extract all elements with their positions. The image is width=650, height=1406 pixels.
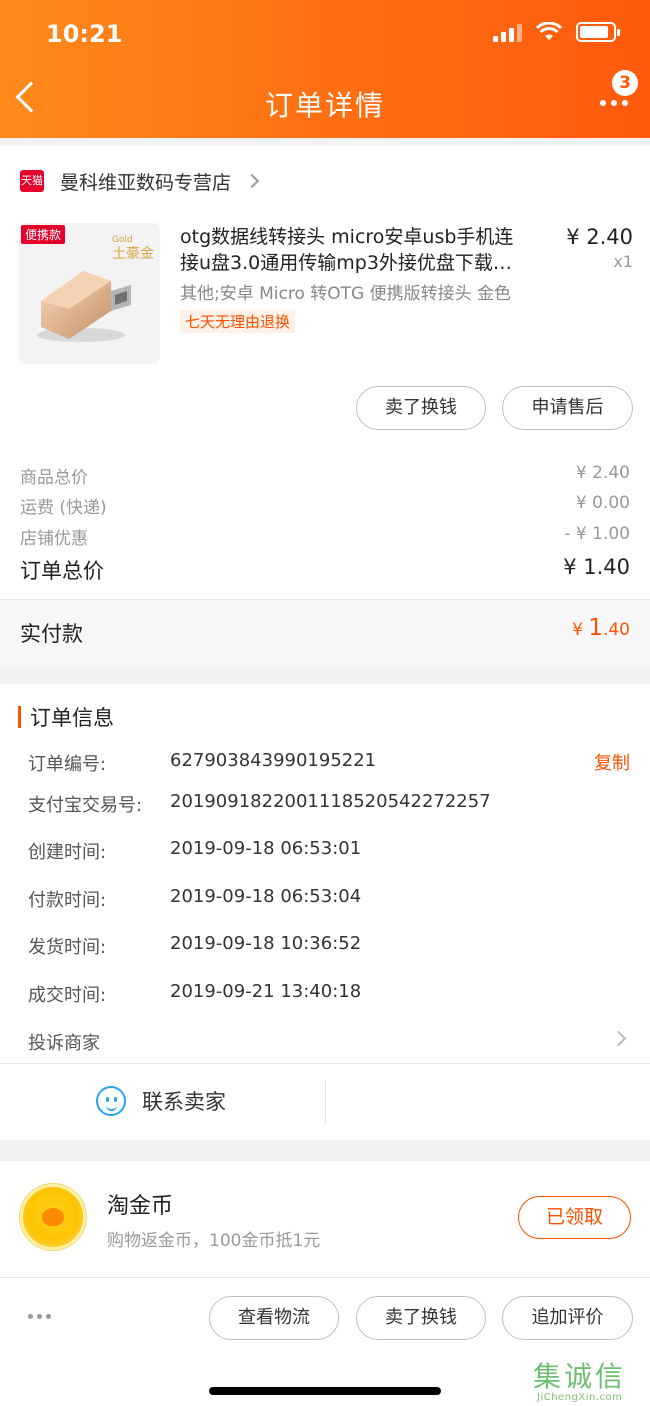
battery-icon bbox=[576, 22, 620, 42]
summary-label: 店铺优惠 bbox=[20, 529, 88, 549]
chevron-right-icon bbox=[244, 173, 260, 189]
info-label: 成交时间: bbox=[28, 985, 107, 1006]
summary-row-shipping: 运费 (快递) ¥ 0.00 bbox=[20, 493, 630, 518]
contact-seller-button[interactable]: 联系卖家 bbox=[96, 1086, 226, 1116]
product-title-line2: 接u盘3.0通用传输mp3外接优盘下载… bbox=[180, 252, 512, 274]
product-spec: 其他;安卓 Micro 转OTG 便携版转接头 金色 bbox=[180, 284, 512, 304]
summary-value: ¥ 2.40 bbox=[575, 463, 630, 483]
shop-name: 曼科维亚数码专营店 bbox=[60, 171, 232, 194]
product-title-line1: otg数据线转接头 micro安卓usb手机连 bbox=[180, 226, 514, 248]
summary-label: 商品总价 bbox=[20, 468, 88, 488]
shipped-time: 2019-09-18 10:36:52 bbox=[170, 933, 362, 954]
header: 10:21 订单详情 3 bbox=[0, 0, 650, 138]
add-review-button[interactable]: 追加评价 bbox=[502, 1296, 633, 1340]
shop-link[interactable]: 天猫 曼科维亚数码专营店 bbox=[0, 166, 260, 196]
home-indicator bbox=[209, 1387, 441, 1395]
order-info-heading: 订单信息 bbox=[18, 702, 114, 732]
summary-label: 运费 (快递) bbox=[20, 498, 107, 518]
watermark-url: JiChengXin.com bbox=[537, 1392, 623, 1403]
page-title: 订单详情 bbox=[264, 89, 385, 122]
after-sale-button[interactable]: 申请售后 bbox=[502, 386, 633, 430]
wifi-icon bbox=[536, 22, 562, 40]
copy-button[interactable]: 复制 bbox=[594, 749, 630, 775]
coins-title: 淘金币 bbox=[107, 1194, 174, 1219]
watermark: 集诚信 JiChengXin.com bbox=[533, 1355, 650, 1406]
complain-seller-link[interactable]: 投诉商家 bbox=[28, 1029, 628, 1055]
sell-for-cash-button[interactable]: 卖了换钱 bbox=[356, 1296, 486, 1340]
coins-subtitle: 购物返金币，100金币抵1元 bbox=[107, 1231, 321, 1251]
info-label: 付款时间: bbox=[28, 890, 107, 911]
actual-paid-row: 实付款 ¥ 1.40 bbox=[0, 600, 650, 668]
product-price: ¥ 2.40 bbox=[566, 225, 633, 249]
status-time: 10:21 bbox=[46, 20, 123, 48]
actual-paid-value: ¥ 1.40 bbox=[572, 615, 630, 641]
contact-seller-label: 联系卖家 bbox=[142, 1090, 226, 1114]
sell-for-cash-button[interactable]: 卖了换钱 bbox=[356, 386, 486, 430]
return-policy-tag: 七天无理由退换 bbox=[180, 310, 296, 333]
summary-row-subtotal: 商品总价 ¥ 2.40 bbox=[20, 463, 630, 488]
created-time: 2019-09-18 06:53:01 bbox=[170, 838, 362, 859]
info-label: 创建时间: bbox=[28, 842, 107, 863]
heading-accent-bar bbox=[18, 706, 21, 728]
summary-row-discount: 店铺优惠 - ¥ 1.00 bbox=[20, 524, 630, 549]
alipay-trade-number: 2019091822001118520542272257 bbox=[170, 791, 491, 812]
gold-coin-icon bbox=[20, 1184, 86, 1250]
product-title[interactable]: otg数据线转接头 micro安卓usb手机连 接u盘3.0通用传输mp3外接优… bbox=[180, 224, 552, 276]
more-menu-icon[interactable] bbox=[600, 100, 628, 106]
order-total-value: ¥ 1.40 bbox=[563, 555, 630, 579]
view-logistics-button[interactable]: 查看物流 bbox=[209, 1296, 339, 1340]
paid-currency: ¥ bbox=[572, 620, 589, 640]
order-number: 627903843990195221 bbox=[170, 750, 377, 771]
watermark-logo-text: 集诚信 bbox=[533, 1360, 627, 1393]
completed-time: 2019-09-21 13:40:18 bbox=[170, 981, 362, 1002]
info-label: 订单编号: bbox=[28, 754, 107, 775]
summary-row-total: 订单总价 ¥ 1.40 bbox=[20, 555, 630, 585]
otg-adapter-image bbox=[37, 271, 131, 342]
paid-decimal: .40 bbox=[602, 620, 630, 640]
summary-value: ¥ 0.00 bbox=[575, 493, 630, 513]
summary-value: - ¥ 1.00 bbox=[564, 524, 630, 544]
paid-time: 2019-09-18 06:53:04 bbox=[170, 886, 362, 907]
vertical-divider bbox=[325, 1080, 326, 1124]
order-total-label: 订单总价 bbox=[20, 559, 104, 583]
chat-face-icon bbox=[96, 1086, 126, 1116]
claimed-button[interactable]: 已领取 bbox=[518, 1196, 631, 1239]
tmall-icon: 天猫 bbox=[20, 170, 44, 192]
divider bbox=[0, 1063, 650, 1064]
more-options-icon[interactable] bbox=[28, 1314, 51, 1319]
notification-badge: 3 bbox=[612, 70, 638, 96]
order-info-title: 订单信息 bbox=[30, 706, 114, 730]
paid-integer: 1 bbox=[588, 615, 603, 641]
signal-icon bbox=[493, 22, 522, 42]
status-icons bbox=[493, 22, 620, 42]
product-quantity: x1 bbox=[613, 252, 633, 271]
info-label: 发货时间: bbox=[28, 937, 107, 958]
actual-paid-label: 实付款 bbox=[20, 622, 83, 646]
info-label: 支付宝交易号: bbox=[28, 795, 143, 816]
product-image[interactable]: 便携款 Gold 土豪金 bbox=[19, 223, 160, 364]
